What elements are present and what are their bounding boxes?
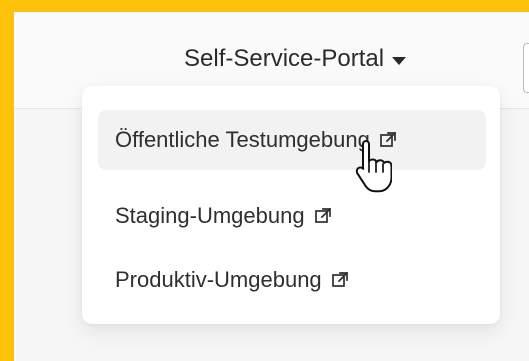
external-link-icon [378, 130, 398, 150]
portal-dropdown-menu: Öffentliche Testumgebung Staging-Umgebun… [82, 86, 500, 324]
external-link-icon [330, 270, 350, 290]
menu-item-label: Produktiv-Umgebung [115, 267, 322, 292]
page-background: Self-Service-Portal Öffentliche Testumge… [14, 12, 529, 361]
menu-item-staging-umgebung[interactable]: Staging-Umgebung [98, 186, 486, 246]
external-link-icon [313, 206, 333, 226]
menu-item-oeffentliche-testumgebung[interactable]: Öffentliche Testumgebung [98, 110, 486, 170]
menu-item-label: Staging-Umgebung [115, 203, 305, 228]
menu-item-produktiv-umgebung[interactable]: Produktiv-Umgebung [98, 250, 486, 310]
header-input-edge[interactable] [523, 43, 529, 93]
self-service-portal-dropdown-toggle[interactable]: Self-Service-Portal [184, 42, 407, 76]
menu-item-label: Öffentliche Testumgebung [115, 127, 370, 152]
portal-toggle-label: Self-Service-Portal [184, 45, 385, 72]
caret-down-icon [392, 56, 407, 65]
